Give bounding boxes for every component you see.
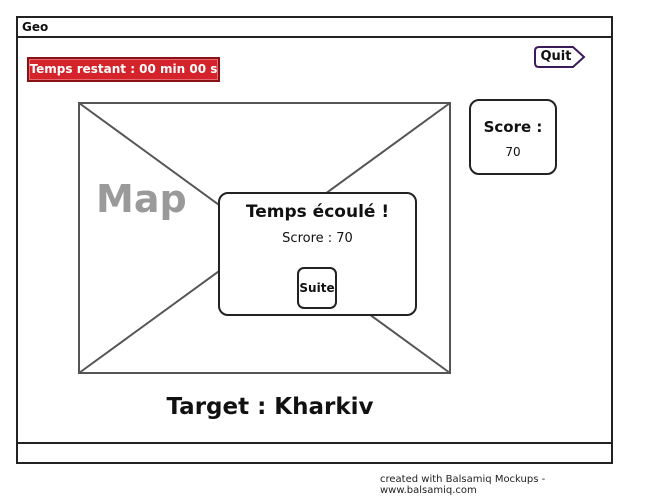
map-label: Map bbox=[96, 177, 187, 221]
next-button[interactable]: Suite bbox=[297, 267, 337, 309]
score-value: 70 bbox=[505, 145, 521, 159]
bottom-bar-divider bbox=[16, 442, 613, 444]
target-city: Target : Kharkiv bbox=[166, 394, 374, 420]
quit-button[interactable]: Quit bbox=[533, 44, 587, 70]
window-title: Geo bbox=[22, 20, 49, 34]
dialog-title: Temps écoulé ! bbox=[245, 202, 390, 222]
footer-credit: created with Balsamiq Mockups - www.bals… bbox=[380, 474, 546, 496]
dialog-score: Scrore : 70 bbox=[282, 231, 353, 246]
time-remaining-banner: Temps restant : 00 min 00 s bbox=[27, 57, 220, 82]
title-bar bbox=[16, 16, 613, 38]
score-title: Score : bbox=[483, 118, 543, 136]
score-panel bbox=[469, 99, 557, 175]
quit-button-label: Quit bbox=[540, 49, 572, 64]
